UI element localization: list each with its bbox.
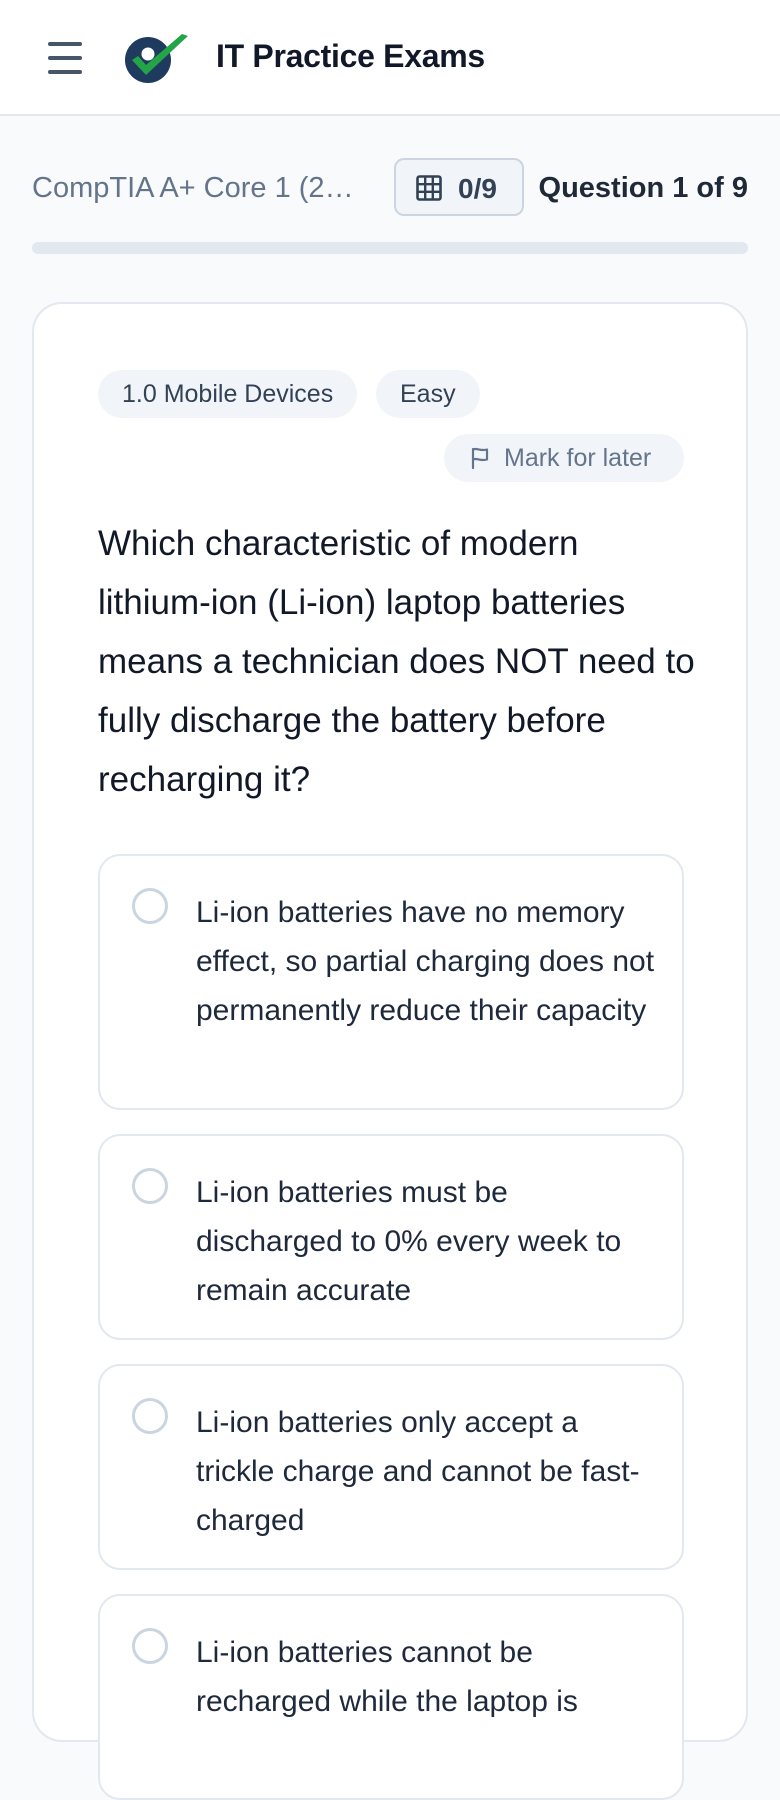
- question-text: Which characteristic of modern lithium-i…: [98, 524, 695, 799]
- domain-badge: 1.0 Mobile Devices: [98, 370, 358, 418]
- answer-option-text: Li-ion batteries must be discharged to 0…: [196, 1176, 622, 1307]
- mark-for-later-button[interactable]: Mark for later: [444, 434, 684, 482]
- flag-icon: [471, 447, 489, 470]
- radio-button[interactable]: [132, 1168, 168, 1204]
- answer-option-b[interactable]: Li-ion batteries must be discharged to 0…: [98, 1134, 684, 1340]
- app-title: IT Practice Exams: [216, 38, 485, 74]
- answer-option-text: Li-ion batteries cannot be recharged whi…: [196, 1636, 578, 1718]
- answer-option-text: Li-ion batteries only accept a trickle c…: [196, 1406, 640, 1537]
- answer-option-text: Li-ion batteries have no memory effect, …: [196, 896, 655, 1027]
- exam-toolbar: CompTIA A+ Core 1 (22... 0/9 Question 1 …: [32, 158, 748, 218]
- question-counter: Question 1 of 9: [538, 172, 748, 204]
- answer-option-a[interactable]: Li-ion batteries have no memory effect, …: [98, 854, 684, 1110]
- question-grid-button[interactable]: 0/9: [394, 158, 524, 216]
- progress-bar: [32, 242, 748, 254]
- app-header: IT Practice Exams: [0, 0, 780, 116]
- exam-name: CompTIA A+ Core 1 (22...: [32, 172, 362, 204]
- hamburger-menu-icon[interactable]: [44, 38, 88, 78]
- answer-option-c[interactable]: Li-ion batteries only accept a trickle c…: [98, 1364, 684, 1570]
- radio-button[interactable]: [132, 888, 168, 924]
- app-logo-icon: [125, 34, 188, 83]
- radio-button[interactable]: [132, 1398, 168, 1434]
- question-card: 1.0 Mobile Devices Easy Mark for later W…: [32, 302, 748, 1800]
- mark-for-later-label: Mark for later: [504, 444, 652, 472]
- difficulty-badge: Easy: [376, 370, 480, 418]
- radio-button[interactable]: [132, 1628, 168, 1664]
- grid-icon: [416, 175, 442, 201]
- answer-option-d[interactable]: Li-ion batteries cannot be recharged whi…: [98, 1594, 684, 1800]
- answered-count: 0/9: [458, 173, 497, 204]
